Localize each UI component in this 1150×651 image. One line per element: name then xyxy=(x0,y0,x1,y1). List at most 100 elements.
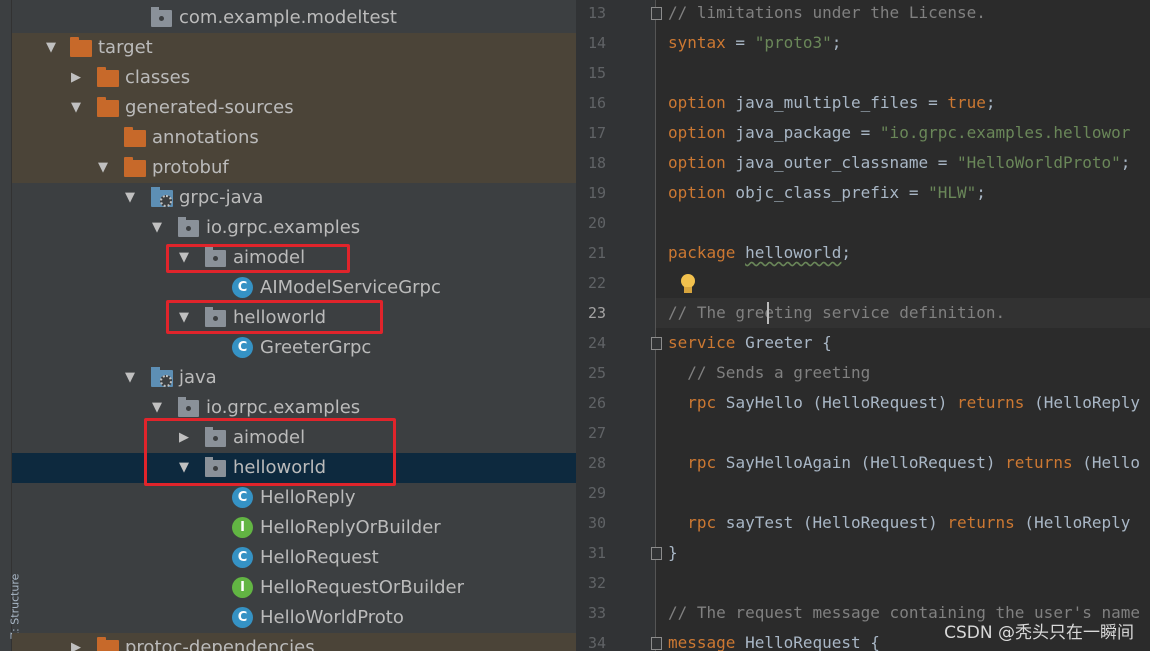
source-folder-icon xyxy=(151,367,173,388)
code-token: option xyxy=(668,123,726,142)
line-number: 28 xyxy=(587,454,606,472)
line-number: 26 xyxy=(587,394,606,412)
tree-row-greeter-grpc[interactable]: C GreeterGrpc xyxy=(12,333,576,363)
folder-icon xyxy=(124,127,146,148)
tree-row-modeltest-package[interactable]: com.example.modeltest xyxy=(12,3,576,33)
folder-icon xyxy=(97,637,119,651)
fold-marker-icon[interactable] xyxy=(651,637,662,650)
line-number: 17 xyxy=(587,124,606,142)
fold-marker-icon[interactable] xyxy=(651,7,662,20)
code-token: returns xyxy=(947,513,1015,532)
code-line[interactable]: syntax = "proto3"; xyxy=(668,28,841,58)
tree-row-label: protobuf xyxy=(152,157,229,178)
tree-row-label: HelloReply xyxy=(260,487,356,508)
package-icon xyxy=(151,7,173,28)
chevron-right-icon[interactable]: ▶ xyxy=(69,71,83,85)
tree-row-hello-request-or-builder[interactable]: I HelloRequestOrBuilder xyxy=(12,573,576,603)
tree-row-aimodel-service-grpc[interactable]: C AIModelServiceGrpc xyxy=(12,273,576,303)
chevron-down-icon[interactable]: ▼ xyxy=(44,41,58,55)
code-line[interactable]: rpc SayHello (HelloRequest) returns (Hel… xyxy=(668,388,1140,418)
tree-row-protoc-dependencies[interactable]: ▶ protoc-dependencies xyxy=(12,633,576,651)
tree-row-hello-request[interactable]: C HelloRequest xyxy=(12,543,576,573)
code-line[interactable]: // The greeting service definition. xyxy=(668,298,1005,328)
tree-row-label: java xyxy=(179,367,217,388)
chevron-down-icon[interactable]: ▼ xyxy=(96,161,110,175)
code-editor[interactable]: 13 14 15 16 17 18 19 20 21 22 23 24 25 26 27 28 29 30 31 32… xyxy=(576,0,1150,651)
fold-marker-icon[interactable] xyxy=(651,547,662,560)
class-icon: C xyxy=(232,487,254,508)
line-number: 32 xyxy=(587,574,606,592)
code-token: Greeter { xyxy=(735,333,832,352)
code-token: java_multiple_files = xyxy=(725,93,948,112)
code-token: syntax xyxy=(668,33,726,52)
chevron-down-icon[interactable]: ▼ xyxy=(150,401,164,415)
code-token: true xyxy=(947,93,986,112)
code-line[interactable]: rpc SayHelloAgain (HelloRequest) returns… xyxy=(668,448,1140,478)
folder-icon xyxy=(124,157,146,178)
line-number-gutter[interactable]: 13 14 15 16 17 18 19 20 21 22 23 24 25 26 27 28 29 30 31 32… xyxy=(576,0,656,651)
tree-row-label: annotations xyxy=(152,127,259,148)
line-number: 19 xyxy=(587,184,606,202)
code-line[interactable]: service Greeter { xyxy=(668,328,832,358)
tree-row-classes[interactable]: ▶ classes xyxy=(12,63,576,93)
code-token: service xyxy=(668,333,736,352)
code-token: ; xyxy=(1120,153,1131,172)
tree-row-label: HelloWorldProto xyxy=(260,607,404,628)
line-number: 13 xyxy=(587,4,606,22)
code-token: rpc xyxy=(687,513,717,532)
chevron-down-icon[interactable]: ▼ xyxy=(123,191,137,205)
side-tool-strip[interactable]: Z: Structure xyxy=(0,0,21,651)
code-token: "proto3" xyxy=(754,33,832,52)
code-token: rpc xyxy=(687,453,717,472)
code-token: = xyxy=(725,33,755,52)
tree-row-target[interactable]: ▼ target xyxy=(12,33,576,63)
tree-row-hello-world-proto[interactable]: C HelloWorldProto xyxy=(12,603,576,633)
code-token: java_outer_classname = xyxy=(725,153,957,172)
code-line[interactable]: package helloworld; xyxy=(668,238,851,268)
line-number: 16 xyxy=(587,94,606,112)
class-icon: C xyxy=(232,547,254,568)
line-number: 33 xyxy=(587,604,606,622)
folder-icon xyxy=(97,97,119,118)
code-token: java_package = xyxy=(725,123,880,142)
tree-row-hello-reply-or-builder[interactable]: I HelloReplyOrBuilder xyxy=(12,513,576,543)
line-number: 30 xyxy=(587,514,606,532)
chevron-down-icon[interactable]: ▼ xyxy=(150,221,164,235)
tree-row-generated-sources[interactable]: ▼ generated-sources xyxy=(12,93,576,123)
chevron-down-icon[interactable]: ▼ xyxy=(123,371,137,385)
code-line[interactable]: option java_package = "io.grpc.examples.… xyxy=(668,118,1130,148)
code-token: returns xyxy=(957,393,1025,412)
code-line[interactable]: } xyxy=(668,538,678,568)
code-token: sayTest (HelloRequest) xyxy=(716,513,948,532)
intention-lightbulb-icon[interactable] xyxy=(680,274,696,296)
code-token: ; xyxy=(976,183,986,202)
watermark: CSDN @秃头只在一瞬间 xyxy=(944,623,1134,643)
code-line[interactable]: message HelloRequest { xyxy=(668,628,880,651)
code-line[interactable]: // Sends a greeting xyxy=(668,358,870,388)
tree-row-grpc-java[interactable]: ▼ grpc-java xyxy=(12,183,576,213)
chevron-down-icon[interactable]: ▼ xyxy=(69,101,83,115)
tree-row-annotations[interactable]: annotations xyxy=(12,123,576,153)
source-folder-icon xyxy=(151,187,173,208)
code-line[interactable]: rpc sayTest (HelloRequest) returns (Hell… xyxy=(668,508,1130,538)
code-token: } xyxy=(668,543,678,562)
tree-row-io-grpc-examples[interactable]: ▼ io.grpc.examples xyxy=(12,213,576,243)
code-line[interactable]: option java_outer_classname = "HelloWorl… xyxy=(668,148,1130,178)
fold-marker-icon[interactable] xyxy=(651,337,662,350)
line-number: 25 xyxy=(587,364,606,382)
tree-row-hello-reply[interactable]: C HelloReply xyxy=(12,483,576,513)
code-line[interactable]: option objc_class_prefix = "HLW"; xyxy=(668,178,986,208)
code-line[interactable]: // limitations under the License. xyxy=(668,0,986,28)
tree-row-protobuf[interactable]: ▼ protobuf xyxy=(12,153,576,183)
tree-row-label: generated-sources xyxy=(125,97,294,118)
chevron-right-icon[interactable]: ▶ xyxy=(69,641,83,651)
line-number: 15 xyxy=(587,64,606,82)
tree-row-java[interactable]: ▼ java xyxy=(12,363,576,393)
line-number: 27 xyxy=(587,424,606,442)
tree-row-label: grpc-java xyxy=(179,187,264,208)
code-line[interactable]: option java_multiple_files = true; xyxy=(668,88,996,118)
code-token: rpc xyxy=(687,393,717,412)
class-icon: C xyxy=(232,337,254,358)
